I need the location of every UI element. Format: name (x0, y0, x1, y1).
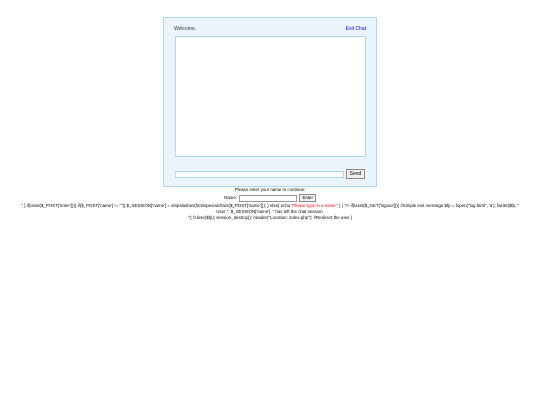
name-input[interactable] (239, 194, 298, 202)
login-form: Name: Enter (0, 193, 540, 203)
message-input[interactable] (175, 171, 344, 178)
welcome-text: Welcome, (174, 26, 197, 32)
code-text-before-error: '; } if(isset($_POST['enter'])){ if($_PO… (20, 203, 293, 208)
chat-menu: Welcome, Exit Chat (174, 24, 366, 34)
login-section: Please enter your name to continue: Name… (0, 187, 540, 221)
exit-chat-link[interactable]: Exit Chat (346, 24, 366, 34)
name-label: Name: (224, 195, 237, 200)
send-button[interactable]: Send (346, 169, 365, 179)
enter-button[interactable]: Enter (299, 194, 316, 202)
code-text-after-error: '; } } ?> if(isset($_GET['logout'])){ //… (335, 203, 520, 208)
page: Welcome, Exit Chat Send Please enter you… (0, 0, 540, 405)
chat-wrapper: Welcome, Exit Chat Send (163, 17, 377, 187)
leaked-php-code-line-3: "); fclose($fp); session_destroy(); head… (187, 215, 353, 220)
chat-log-box[interactable] (175, 36, 366, 157)
error-message: Please type in a name (292, 203, 336, 208)
